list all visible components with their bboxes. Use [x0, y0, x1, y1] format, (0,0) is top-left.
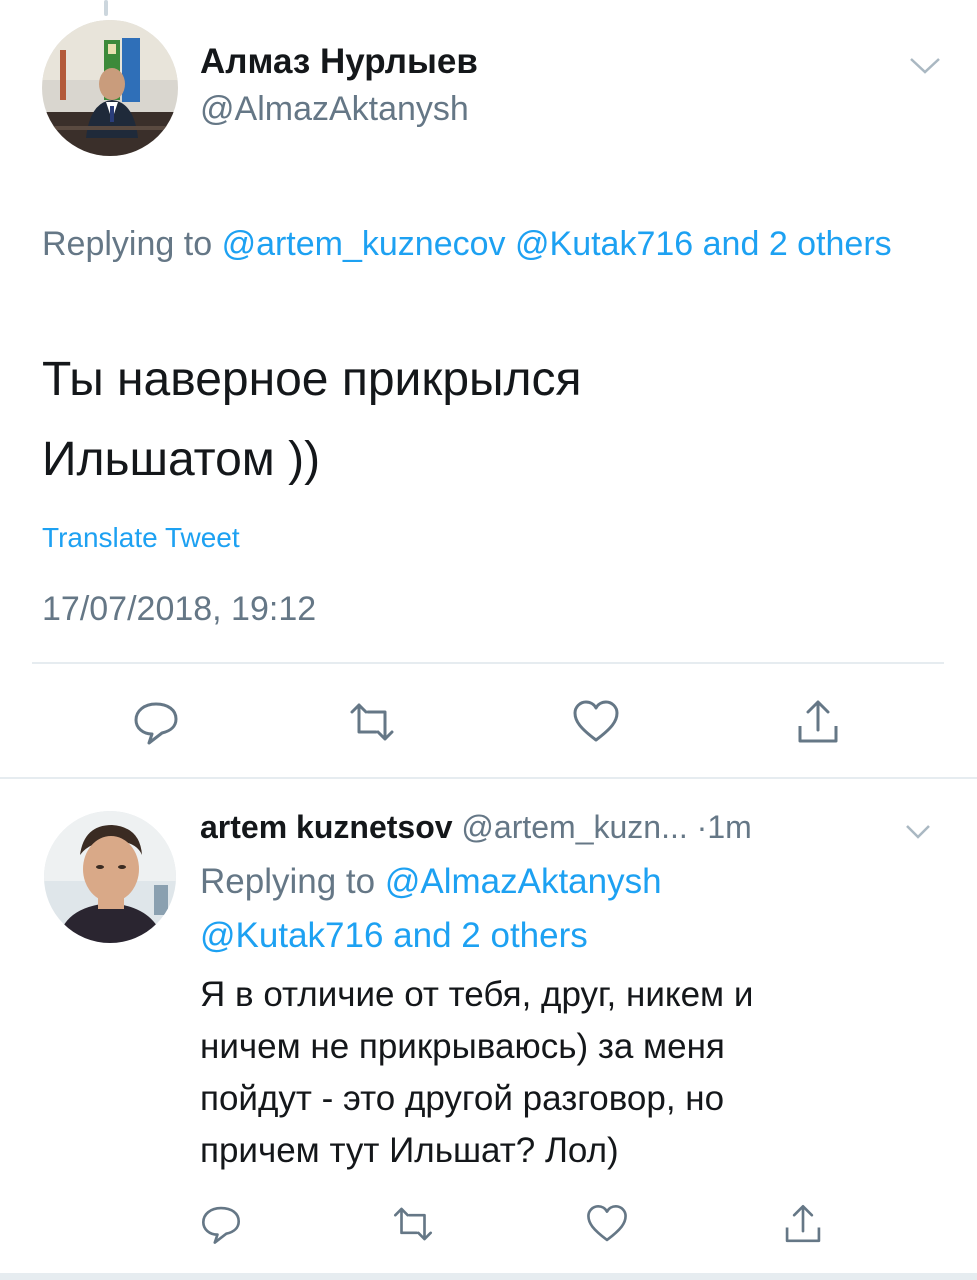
replying-prefix: Replying to: [200, 862, 376, 901]
display-name[interactable]: Алмаз Нурлыев: [200, 42, 478, 82]
tweet-text-line: Я в отличие от тебя, друг, никем и: [200, 975, 754, 1014]
tweet-text-line: пойдут - это другой разговор, но: [200, 1079, 725, 1118]
tweet-text-line: причем тут Ильшат? Лол): [200, 1131, 619, 1170]
replying-to: Replying to @artem_kuznecov @Kutak716 an…: [42, 216, 942, 272]
tweet-text-line: ничем не прикрываюсь) за меня: [200, 1027, 725, 1066]
display-name[interactable]: artem kuznetsov: [200, 809, 453, 845]
tweet-text-line: Ильшатом )): [42, 433, 321, 486]
others-link[interactable]: and 2 others: [703, 225, 892, 263]
user-handle[interactable]: @AlmazAktanysh: [200, 90, 469, 129]
avatar[interactable]: [44, 811, 176, 943]
avatar[interactable]: [42, 20, 178, 156]
reply-header: artem kuznetsov @artem_kuzn... ·1m: [200, 809, 752, 846]
chevron-down-icon[interactable]: [903, 819, 933, 843]
reply-icon[interactable]: [130, 696, 182, 748]
chevron-down-icon[interactable]: [907, 50, 943, 80]
retweet-icon[interactable]: [346, 696, 398, 748]
replying-to: Replying to @AlmazAktanysh @Kutak716 and…: [200, 855, 940, 963]
mention-link[interactable]: @AlmazAktanysh: [385, 862, 662, 901]
others-link[interactable]: and 2 others: [393, 916, 588, 955]
tweet-text-line: Ты наверное прикрылся: [42, 353, 582, 406]
mention-link[interactable]: @Kutak716: [200, 916, 383, 955]
mention-link[interactable]: @artem_kuznecov: [222, 225, 506, 263]
tweet-text: Я в отличие от тебя, друг, никем и ничем…: [200, 969, 940, 1177]
translate-tweet-link[interactable]: Translate Tweet: [42, 522, 240, 554]
share-icon[interactable]: [792, 696, 844, 748]
share-icon[interactable]: [780, 1201, 826, 1247]
like-icon[interactable]: [570, 696, 622, 748]
divider: [0, 1273, 977, 1280]
reply-tweet[interactable]: artem kuznetsov @artem_kuzn... ·1m Reply…: [0, 779, 977, 1274]
tweet-timestamp: 17/07/2018, 19:12: [42, 590, 317, 628]
tweet-time: ·1m: [696, 809, 752, 845]
main-tweet: Алмаз Нурлыев @AlmazAktanysh Replying to…: [0, 0, 977, 778]
reply-icon[interactable]: [198, 1201, 244, 1247]
divider: [32, 662, 944, 664]
user-handle[interactable]: @artem_kuzn...: [461, 809, 687, 845]
mention-link[interactable]: @Kutak716: [515, 225, 693, 263]
retweet-icon[interactable]: [390, 1201, 436, 1247]
like-icon[interactable]: [584, 1201, 630, 1247]
replying-prefix: Replying to: [42, 225, 213, 263]
tweet-text: Ты наверное прикрылся Ильшатом )): [42, 340, 942, 500]
